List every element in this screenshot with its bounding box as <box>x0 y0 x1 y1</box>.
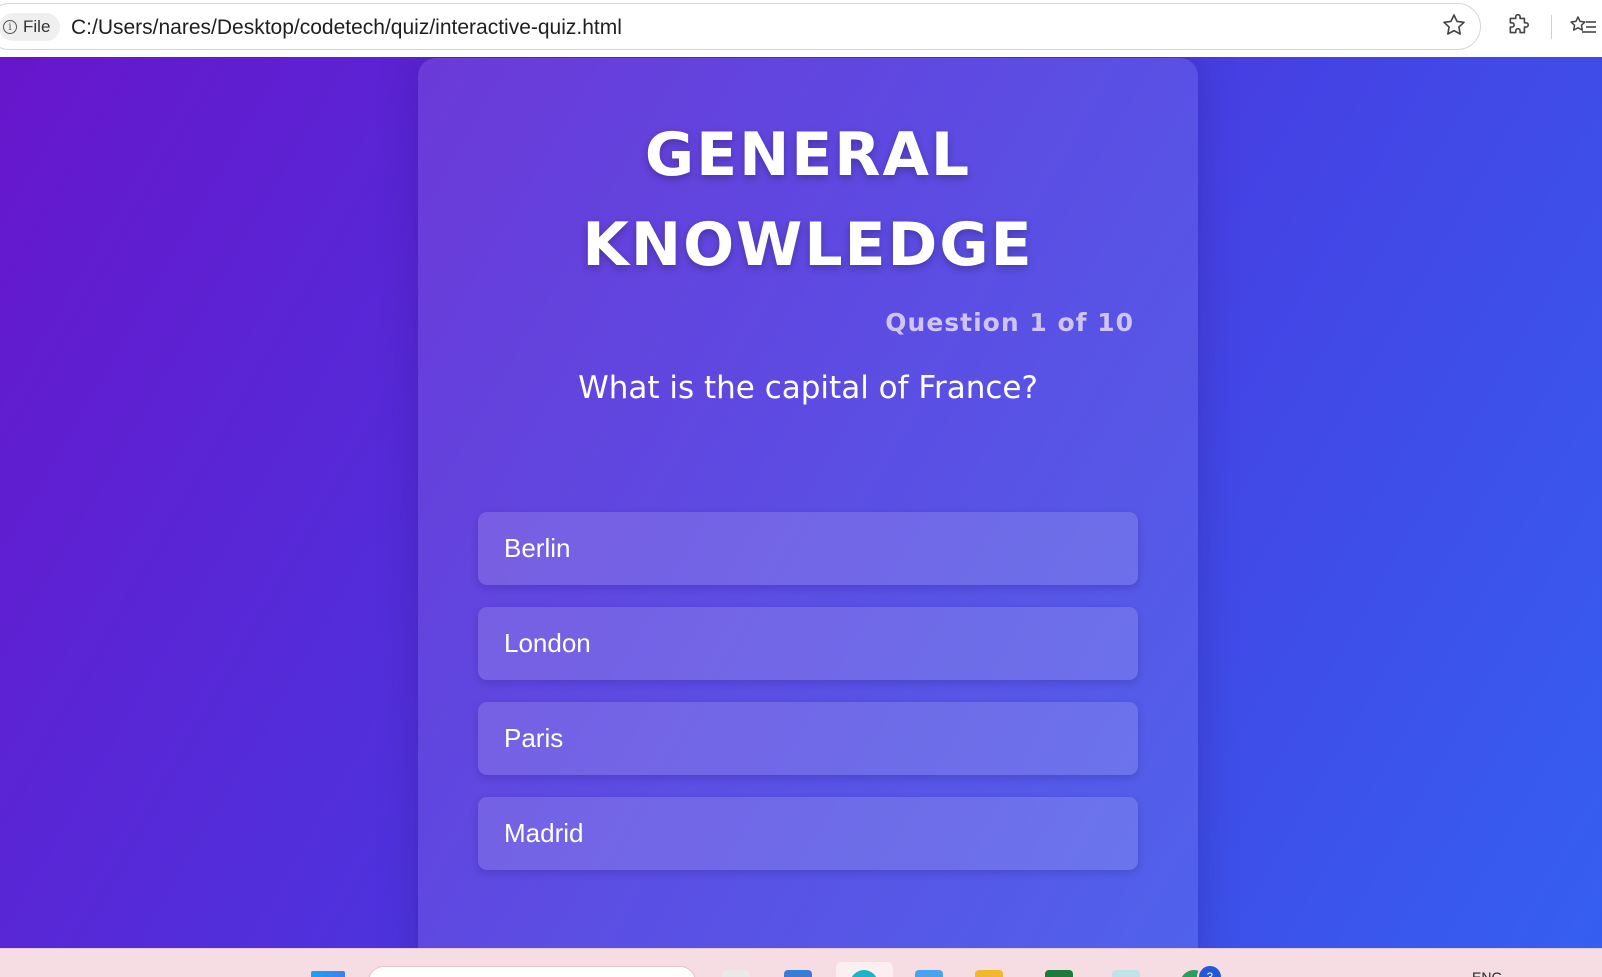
toolbar-divider <box>1551 15 1552 39</box>
site-info-chip[interactable]: i File <box>0 13 61 41</box>
site-info-label: File <box>23 17 51 36</box>
taskbar: 3 ENG <box>0 948 1602 977</box>
url-text[interactable]: C:/Users/nares/Desktop/codetech/quiz/int… <box>71 16 622 40</box>
answer-option-paris[interactable]: Paris <box>478 702 1138 775</box>
taskbar-app-icon[interactable] <box>915 970 943 977</box>
taskbar-app-icon[interactable] <box>784 970 812 977</box>
notification-badge: 3 <box>1197 964 1223 977</box>
answer-options: Berlin London Paris Madrid <box>478 512 1138 892</box>
taskbar-app-icon[interactable] <box>1112 970 1140 977</box>
excel-icon[interactable] <box>1045 970 1073 977</box>
star-icon[interactable] <box>1441 12 1467 38</box>
answer-option-london[interactable]: London <box>478 607 1138 680</box>
page-viewport: GENERAL KNOWLEDGE Question 1 of 10 What … <box>0 57 1602 948</box>
answer-option-madrid[interactable]: Madrid <box>478 797 1138 870</box>
browser-toolbar: i File C:/Users/nares/Desktop/codetech/q… <box>0 0 1602 58</box>
info-icon: i <box>3 20 17 34</box>
answer-option-berlin[interactable]: Berlin <box>478 512 1138 585</box>
question-text: What is the capital of France? <box>578 370 1038 406</box>
language-indicator[interactable]: ENG <box>1472 969 1502 977</box>
taskbar-search-box[interactable] <box>368 966 696 977</box>
question-counter: Question 1 of 10 <box>885 308 1134 337</box>
quiz-title: GENERAL KNOWLEDGE <box>582 120 1034 280</box>
windows-start-icon[interactable] <box>311 971 345 977</box>
file-explorer-icon[interactable] <box>975 970 1003 977</box>
favorites-icon[interactable] <box>1569 13 1597 39</box>
quiz-card: GENERAL KNOWLEDGE Question 1 of 10 What … <box>418 58 1198 948</box>
task-view-icon[interactable] <box>722 970 750 977</box>
puzzle-icon[interactable] <box>1506 13 1532 39</box>
address-bar[interactable]: i File C:/Users/nares/Desktop/codetech/q… <box>0 3 1481 50</box>
